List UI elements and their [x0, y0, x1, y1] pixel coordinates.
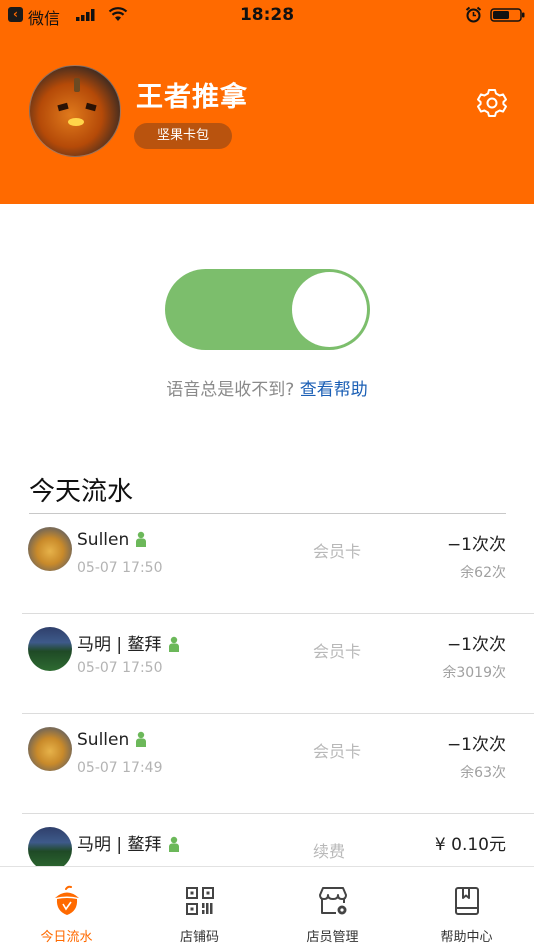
gear-icon[interactable]	[476, 87, 508, 119]
help-question: 语音总是收不到?	[166, 380, 295, 400]
member-person-icon	[168, 636, 179, 652]
acorn-icon	[54, 885, 79, 915]
transaction-time: 05-07 17:50	[77, 560, 163, 576]
tab-today-flow[interactable]: 今日流水	[0, 867, 133, 950]
transaction-type: 会员卡	[313, 542, 362, 561]
help-book-icon	[454, 887, 479, 915]
tab-shop-code[interactable]: 店铺码	[133, 867, 266, 950]
customer-name: 马明 | 鳌拜	[77, 635, 162, 655]
shop-avatar[interactable]	[29, 65, 121, 157]
bottom-tab-bar: 今日流水 店铺码 店员管理 帮助中心	[0, 866, 534, 950]
toggle-knob	[292, 272, 367, 347]
tab-label: 店铺码	[179, 930, 219, 945]
transaction-row[interactable]: Sullen 05-07 17:49 会员卡 −1次次 余63次	[22, 714, 534, 814]
transaction-time: 05-07 17:49	[77, 760, 163, 776]
customer-name: Sullen	[77, 530, 130, 550]
transaction-row[interactable]: Sullen 05-07 17:50 会员卡 −1次次 余62次	[22, 514, 534, 614]
remaining-balance: 余62次	[460, 565, 506, 581]
customer-avatar	[28, 627, 72, 671]
view-help-link[interactable]: 查看帮助	[300, 380, 368, 400]
help-prompt: 语音总是收不到? 查看帮助	[0, 375, 534, 400]
alarm-icon	[465, 6, 482, 23]
transaction-type: 续费	[313, 842, 346, 861]
transaction-type: 会员卡	[313, 742, 362, 761]
customer-name: Sullen	[77, 730, 130, 750]
transaction-amount: ¥ 0.10元	[434, 835, 506, 855]
tab-help-center[interactable]: 帮助中心	[400, 867, 533, 950]
qr-code-icon	[185, 887, 214, 915]
shop-name: 王者推拿	[136, 82, 248, 113]
store-settings-icon	[318, 887, 347, 915]
today-flow-title: 今天流水	[29, 477, 134, 507]
transaction-type: 会员卡	[313, 642, 362, 661]
voice-broadcast-toggle[interactable]	[165, 269, 370, 350]
member-person-icon	[168, 836, 179, 852]
customer-avatar	[28, 527, 72, 571]
status-bar: ‹ 微信 18:28	[0, 0, 534, 30]
customer-avatar	[28, 727, 72, 771]
customer-avatar	[28, 827, 72, 871]
tab-staff-management[interactable]: 店员管理	[266, 867, 399, 950]
transaction-time: 05-07 17:50	[77, 660, 163, 676]
tab-label: 帮助中心	[440, 930, 493, 945]
remaining-balance: 余63次	[460, 765, 506, 781]
transaction-amount: −1次次	[446, 635, 506, 655]
transaction-row[interactable]: 马明 | 鳌拜 05-07 17:50 会员卡 −1次次 余3019次	[22, 614, 534, 714]
member-person-icon	[136, 731, 147, 747]
battery-icon	[490, 8, 525, 22]
transaction-amount: −1次次	[446, 535, 506, 555]
wallet-button[interactable]: 坚果卡包	[134, 123, 232, 149]
remaining-balance: 余3019次	[442, 665, 506, 681]
clock-time: 18:28	[239, 5, 295, 25]
tab-label: 今日流水	[40, 930, 93, 945]
member-person-icon	[136, 531, 147, 547]
transaction-amount: −1次次	[446, 735, 506, 755]
shop-header: 王者推拿 坚果卡包	[0, 30, 534, 204]
customer-name: 马明 | 鳌拜	[77, 835, 162, 855]
tab-label: 店员管理	[306, 930, 359, 945]
